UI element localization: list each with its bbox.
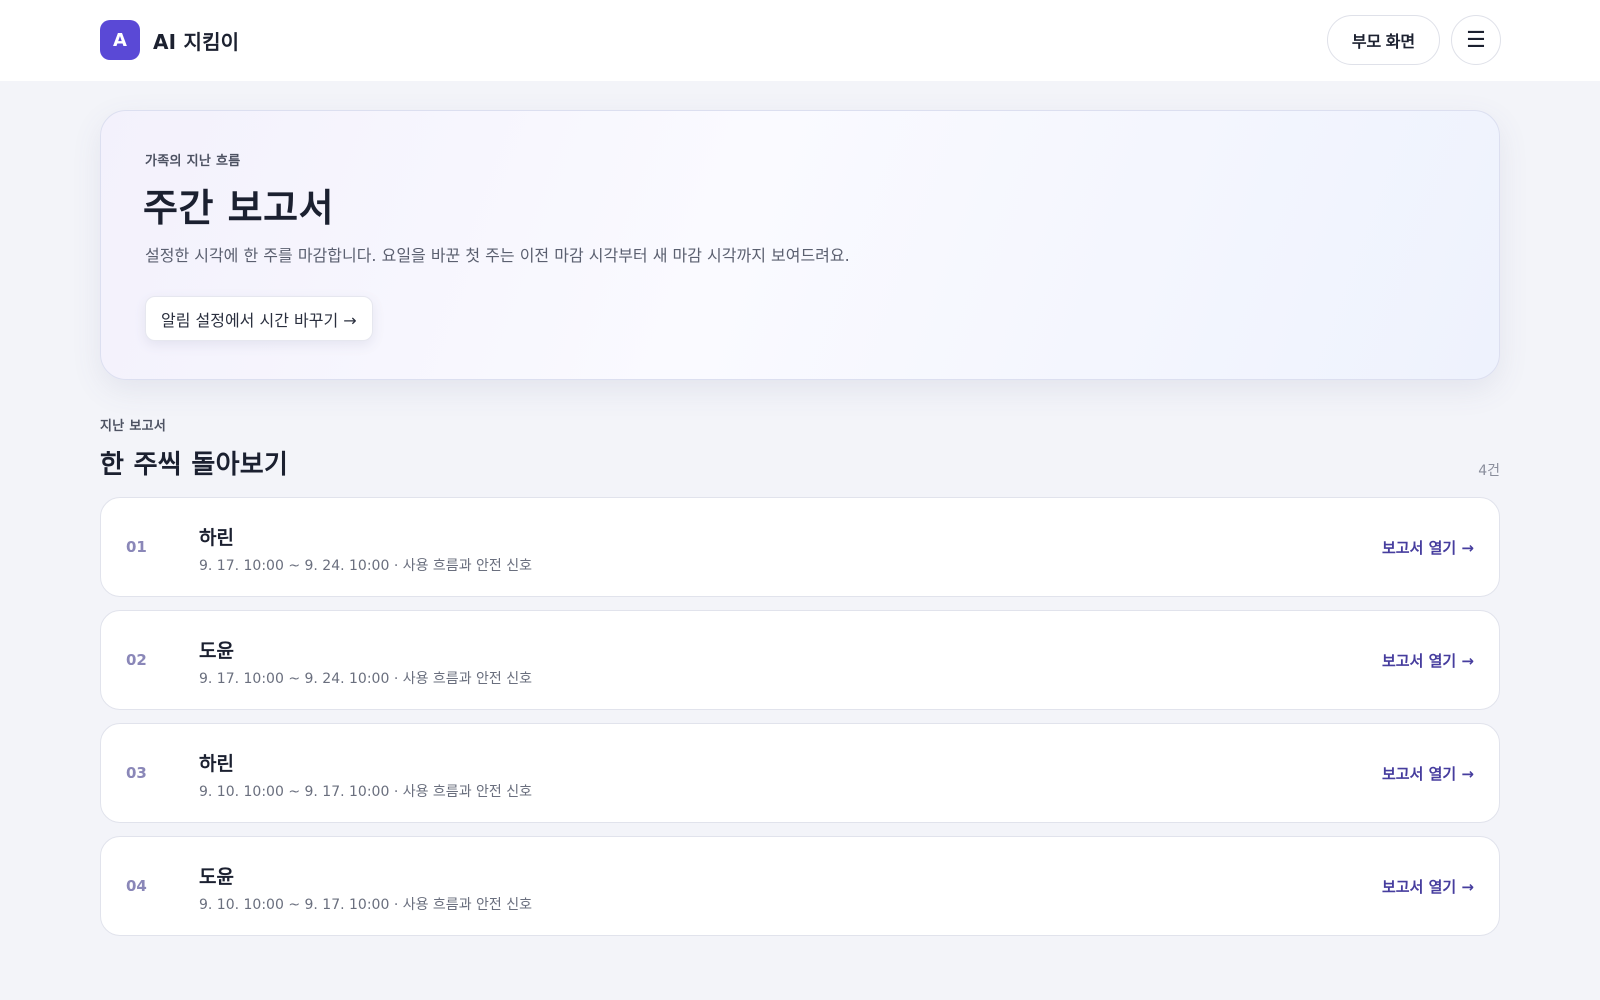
open-report-link[interactable]: 보고서 열기 → <box>1382 876 1474 897</box>
change-notification-time-button[interactable]: 알림 설정에서 시간 바꾸기 → <box>145 296 373 341</box>
child-name: 도윤 <box>199 866 234 888</box>
open-report-link[interactable]: 보고서 열기 → <box>1382 650 1474 671</box>
brand-name: AI 지킴이 <box>153 29 240 54</box>
weekly-report-hero: 가족의 지난 흐름 주간 보고서 설정한 시각에 한 주를 마감합니다. 요일을… <box>100 110 1500 380</box>
top-bar: A AI 지킴이 부모 화면 ☰ <box>0 0 1600 81</box>
report-row[interactable]: 03 하린 9. 10. 10:00 ~ 9. 17. 10:00 · 사용 흐… <box>100 723 1500 823</box>
report-period: 9. 10. 10:00 ~ 9. 17. 10:00 · 사용 흐름과 안전 … <box>199 784 532 800</box>
report-row[interactable]: 01 하린 9. 17. 10:00 ~ 9. 24. 10:00 · 사용 흐… <box>100 497 1500 597</box>
report-period: 9. 17. 10:00 ~ 9. 24. 10:00 · 사용 흐름과 안전 … <box>199 558 532 574</box>
hero-description: 설정한 시각에 한 주를 마감합니다. 요일을 바꾼 첫 주는 이전 마감 시각… <box>145 246 850 265</box>
hamburger-menu-icon: ☰ <box>1466 27 1486 52</box>
hero-kicker: 가족의 지난 흐름 <box>145 154 241 169</box>
report-row[interactable]: 04 도윤 9. 10. 10:00 ~ 9. 17. 10:00 · 사용 흐… <box>100 836 1500 936</box>
report-period: 9. 17. 10:00 ~ 9. 24. 10:00 · 사용 흐름과 안전 … <box>199 671 532 687</box>
child-name: 하린 <box>199 753 234 775</box>
report-index: 02 <box>126 651 147 669</box>
open-report-link[interactable]: 보고서 열기 → <box>1382 537 1474 558</box>
report-row[interactable]: 02 도윤 9. 17. 10:00 ~ 9. 24. 10:00 · 사용 흐… <box>100 610 1500 710</box>
open-report-link[interactable]: 보고서 열기 → <box>1382 763 1474 784</box>
report-index: 01 <box>126 538 147 556</box>
report-list: 01 하린 9. 17. 10:00 ~ 9. 24. 10:00 · 사용 흐… <box>100 497 1500 949</box>
report-period: 9. 10. 10:00 ~ 9. 17. 10:00 · 사용 흐름과 안전 … <box>199 897 532 913</box>
section-kicker: 지난 보고서 <box>100 419 167 434</box>
section-title: 한 주씩 돌아보기 <box>100 450 289 480</box>
menu-button[interactable]: ☰ <box>1451 15 1501 65</box>
page-title: 주간 보고서 <box>143 186 335 230</box>
report-count: 4건 <box>1478 463 1500 479</box>
report-index: 04 <box>126 877 147 895</box>
child-name: 하린 <box>199 527 234 549</box>
parent-view-button[interactable]: 부모 화면 <box>1327 15 1440 65</box>
child-name: 도윤 <box>199 640 234 662</box>
brand-logo-badge: A <box>100 20 140 60</box>
report-index: 03 <box>126 764 147 782</box>
brand[interactable]: A AI 지킴이 <box>100 20 239 60</box>
